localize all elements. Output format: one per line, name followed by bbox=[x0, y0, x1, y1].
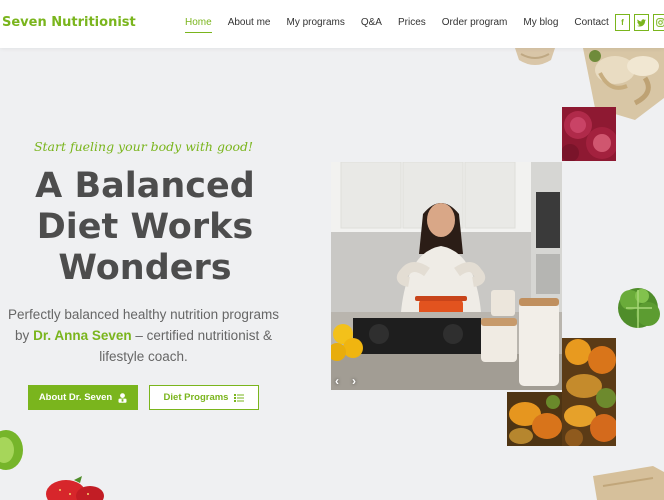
nav-order-program[interactable]: Order program bbox=[442, 16, 508, 33]
kitchen-photo bbox=[331, 162, 562, 390]
diet-programs-label: Diet Programs bbox=[163, 392, 229, 403]
hero-headline: A Balanced Diet Works Wonders bbox=[0, 166, 290, 289]
facebook-icon[interactable]: f bbox=[615, 14, 630, 31]
hero-image-slider bbox=[331, 162, 562, 390]
main-nav: Home About me My programs Q&A Prices Ord… bbox=[185, 16, 625, 33]
squash-tile-image bbox=[562, 338, 616, 446]
about-button-label: About Dr. Seven bbox=[38, 392, 113, 403]
diet-programs-button[interactable]: Diet Programs bbox=[149, 385, 259, 410]
nav-prices[interactable]: Prices bbox=[398, 16, 426, 33]
headline-line-1: A Balanced bbox=[35, 166, 255, 206]
nav-contact[interactable]: Contact bbox=[574, 16, 608, 33]
headline-line-3: Wonders bbox=[58, 248, 232, 288]
food-bowl-decoration bbox=[515, 48, 555, 65]
hero-intro: Perfectly balanced healthy nutrition pro… bbox=[0, 304, 287, 367]
slider-next-arrow[interactable]: › bbox=[352, 374, 356, 388]
instagram-icon[interactable] bbox=[653, 14, 664, 31]
site-header: Seven Nutritionist Home About me My prog… bbox=[0, 0, 664, 48]
nav-qa[interactable]: Q&A bbox=[361, 16, 382, 33]
nav-my-programs[interactable]: My programs bbox=[287, 16, 345, 33]
social-links: f bbox=[615, 14, 664, 31]
hero-tagline: Start fueling your body with good! bbox=[33, 139, 254, 154]
list-icon bbox=[234, 393, 245, 402]
strawberry-decoration bbox=[46, 476, 104, 500]
nav-home[interactable]: Home bbox=[185, 16, 212, 33]
beet-tile-image bbox=[562, 107, 616, 161]
slider-prev-arrow[interactable]: ‹ bbox=[335, 374, 339, 388]
site-logo[interactable]: Seven Nutritionist bbox=[2, 15, 136, 30]
about-dr-seven-button[interactable]: About Dr. Seven bbox=[28, 385, 138, 410]
lime-decoration bbox=[0, 430, 23, 470]
twitter-icon[interactable] bbox=[634, 14, 649, 31]
headline-line-2: Diet Works bbox=[36, 207, 254, 247]
pumpkin-tile-image bbox=[507, 392, 562, 446]
nav-my-blog[interactable]: My blog bbox=[523, 16, 558, 33]
lettuce-tile-image bbox=[616, 282, 664, 338]
cutting-board-image bbox=[593, 466, 664, 500]
intro-name-link[interactable]: Dr. Anna Seven bbox=[33, 328, 132, 343]
nav-about-me[interactable]: About me bbox=[228, 16, 271, 33]
user-icon bbox=[118, 392, 127, 403]
